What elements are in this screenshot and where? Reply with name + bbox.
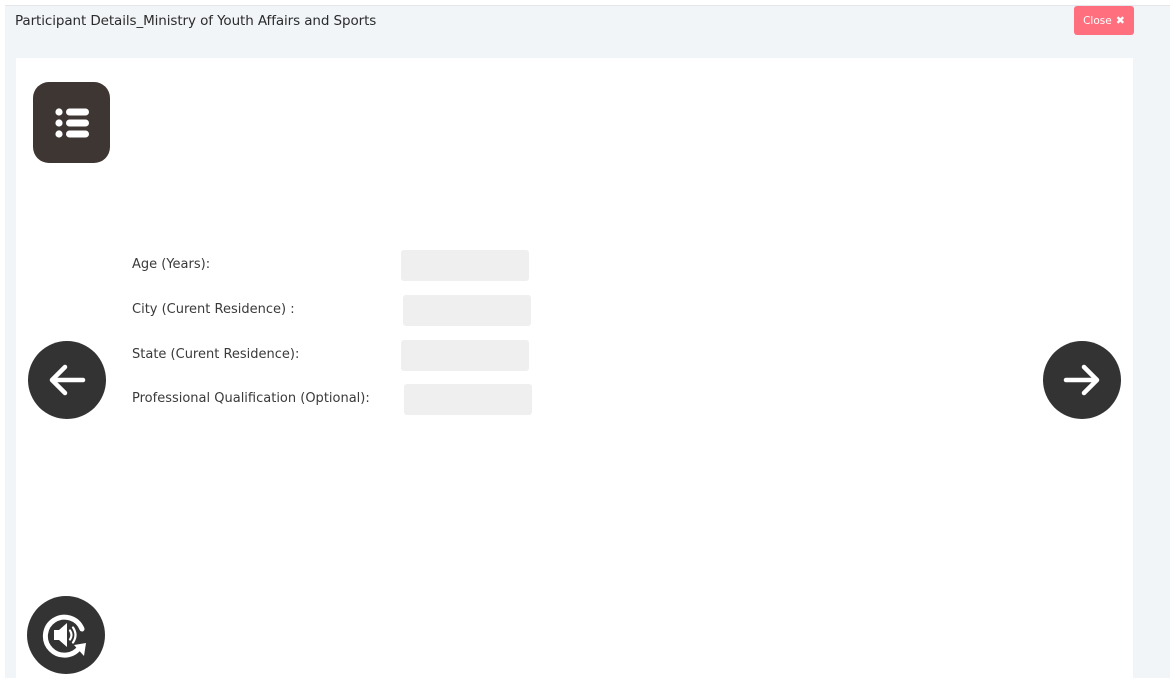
participant-details-modal: Participant Details_Ministry of Youth Af… [5, 5, 1170, 678]
age-input[interactable] [401, 250, 529, 281]
close-button-label: Close [1083, 14, 1112, 27]
arrow-right-icon [1063, 364, 1100, 396]
menu-button[interactable] [33, 82, 110, 163]
city-input[interactable] [403, 295, 531, 326]
close-icon: ✖ [1115, 14, 1125, 27]
form-row-state: State (Curent Residence): [132, 340, 612, 372]
arrow-left-icon [49, 364, 86, 396]
content-panel: Age (Years): City (Curent Residence) : S… [16, 58, 1133, 678]
city-label: City (Curent Residence) : [132, 302, 295, 317]
state-label: State (Curent Residence): [132, 347, 300, 362]
qualification-label: Professional Qualification (Optional): [132, 391, 370, 406]
form-row-city: City (Curent Residence) : [132, 295, 612, 327]
form-row-qualification: Professional Qualification (Optional): [132, 384, 612, 416]
age-label: Age (Years): [132, 257, 211, 272]
audio-replay-button[interactable] [27, 596, 105, 674]
previous-button[interactable] [28, 341, 106, 419]
close-button[interactable]: Close ✖ [1074, 6, 1134, 35]
list-icon [54, 107, 89, 138]
modal-title: Participant Details_Ministry of Youth Af… [15, 13, 377, 29]
audio-replay-icon [42, 614, 86, 658]
state-input[interactable] [401, 340, 529, 371]
form-row-age: Age (Years): [132, 250, 612, 282]
next-button[interactable] [1043, 341, 1121, 419]
qualification-input[interactable] [404, 384, 532, 415]
